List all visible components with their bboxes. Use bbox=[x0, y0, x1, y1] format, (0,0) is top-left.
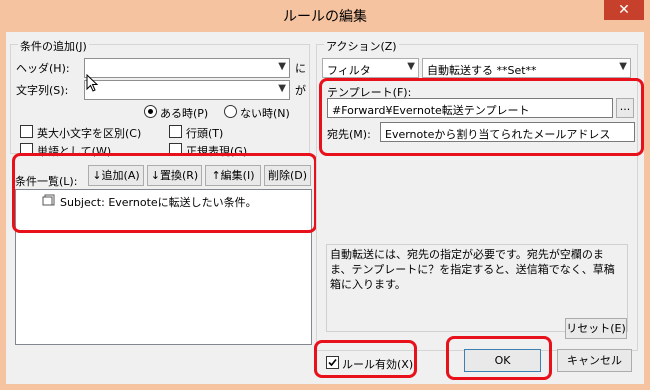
chevron-down-icon: ▼ bbox=[407, 61, 415, 72]
dialog-body: 条件の追加(J) ヘッダ(H): ▼ に 文字列(S): ▼ が ある時(P) … bbox=[6, 32, 644, 384]
radio-when-exists-label: ある時(P) bbox=[160, 107, 209, 120]
string-combo[interactable]: ▼ bbox=[84, 80, 290, 100]
string-label: 文字列(S): bbox=[16, 84, 69, 97]
header-label: ヘッダ(H): bbox=[16, 62, 70, 75]
highlight-rule-enabled bbox=[314, 340, 417, 378]
chevron-down-icon: ▼ bbox=[278, 83, 286, 94]
dialog-window: ルールの編集 ✕ 条件の追加(J) ヘッダ(H): ▼ に 文字列(S): ▼ … bbox=[0, 0, 650, 390]
line-head-checkbox[interactable] bbox=[169, 125, 182, 138]
header-suffix: に bbox=[295, 62, 306, 75]
window-title: ルールの編集 bbox=[283, 9, 367, 25]
highlight-template-dest bbox=[319, 78, 644, 156]
case-checkbox[interactable] bbox=[20, 125, 33, 138]
radio-when-exists[interactable] bbox=[144, 105, 157, 118]
action-value: 自動転送する **Set** bbox=[427, 64, 537, 77]
reset-button[interactable]: リセット(E) bbox=[565, 318, 627, 339]
highlight-condition-list bbox=[12, 153, 317, 233]
radio-when-not[interactable] bbox=[224, 105, 237, 118]
radio-when-not-label: ない時(N) bbox=[240, 107, 290, 120]
case-label: 英大小文字を区別(C) bbox=[37, 127, 142, 140]
cancel-button[interactable]: キャンセル bbox=[557, 349, 632, 372]
close-button[interactable]: ✕ bbox=[604, 0, 644, 20]
action-combo[interactable]: 自動転送する **Set** ▼ bbox=[422, 58, 631, 78]
mouse-cursor-icon bbox=[86, 74, 98, 92]
action-type-combo[interactable]: フィルタ ▼ bbox=[322, 58, 419, 78]
string-suffix: が bbox=[295, 84, 306, 97]
action-group-label: アクション(Z) bbox=[324, 38, 399, 54]
line-head-label: 行頭(T) bbox=[186, 127, 224, 140]
header-combo[interactable]: ▼ bbox=[84, 58, 290, 78]
title-bar[interactable]: ルールの編集 ✕ bbox=[0, 0, 650, 32]
action-type-value: フィルタ bbox=[327, 64, 371, 77]
radio-selected-dot bbox=[148, 109, 153, 114]
chevron-down-icon: ▼ bbox=[619, 61, 627, 72]
highlight-ok bbox=[446, 336, 552, 380]
conditions-group-label: 条件の追加(J) bbox=[18, 38, 89, 54]
chevron-down-icon: ▼ bbox=[278, 61, 286, 72]
